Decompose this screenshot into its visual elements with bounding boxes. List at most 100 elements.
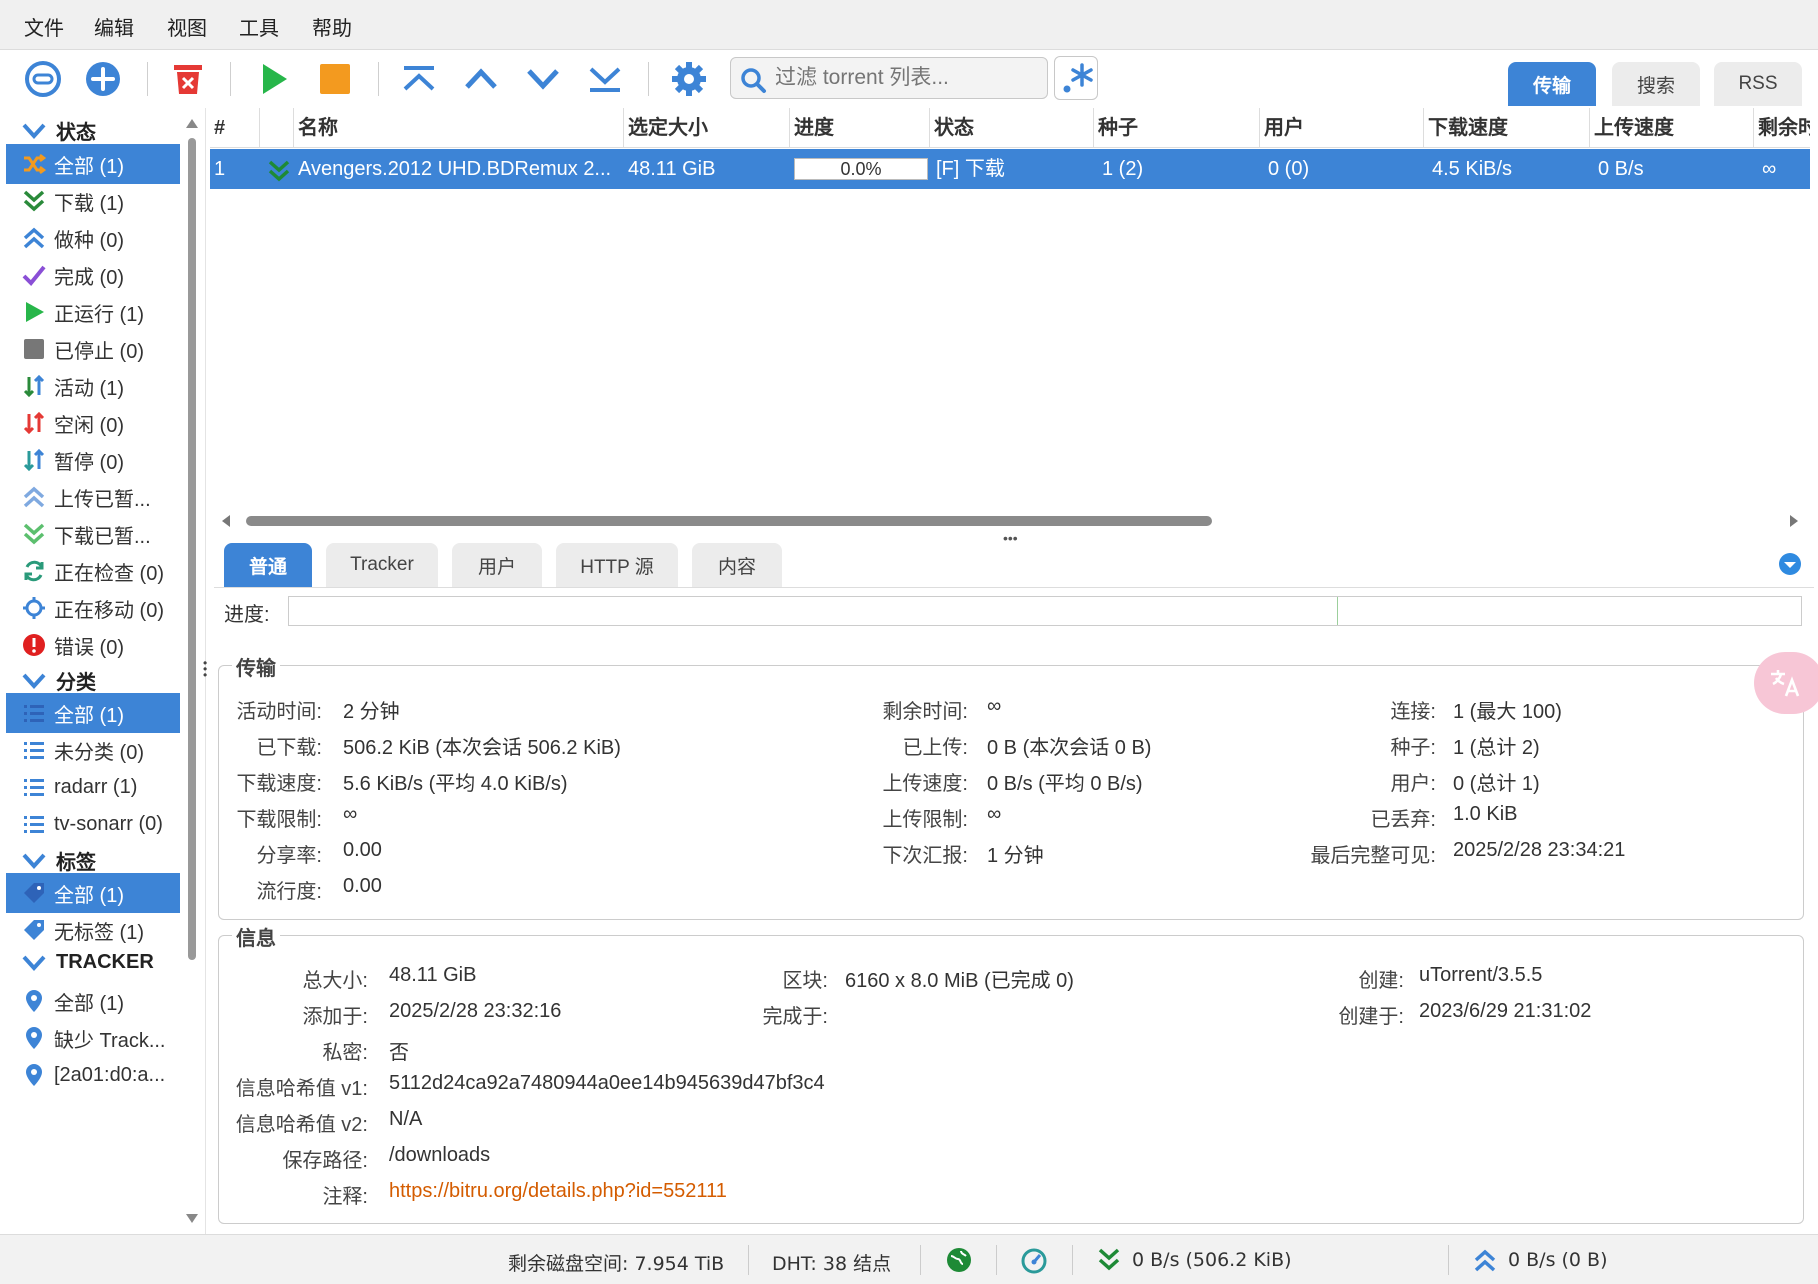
menu-tools[interactable]: 工具 bbox=[239, 12, 279, 41]
pieces-label: 区块: bbox=[782, 970, 828, 992]
add-link-button[interactable] bbox=[20, 56, 66, 102]
translate-icon bbox=[1771, 670, 1800, 697]
tab-trackers[interactable]: Tracker bbox=[326, 543, 438, 587]
progress-text: 0.0% bbox=[840, 159, 882, 179]
collapse-panel-button[interactable] bbox=[1778, 552, 1802, 582]
column-header-up-speed[interactable]: 上传速度 bbox=[1590, 108, 1754, 148]
category-section-header[interactable]: 分类 bbox=[22, 666, 96, 695]
tag-filter-all[interactable]: 全部 (1) bbox=[6, 873, 180, 913]
sidebar-splitter-handle[interactable]: • • • bbox=[203, 657, 207, 681]
status-filter-checking[interactable]: 正在检查 (0) bbox=[6, 551, 180, 591]
add-torrent-button[interactable] bbox=[80, 56, 126, 102]
cell-name: Avengers.2012 UHD.BDRemux 2... bbox=[298, 158, 612, 180]
status-filter-upload-paused[interactable]: 上传已暂... bbox=[6, 477, 180, 517]
tracker-filter-ipv6[interactable]: [2a01:d0:a... bbox=[6, 1055, 180, 1095]
column-header-progress[interactable]: 进度 bbox=[790, 108, 930, 148]
collapse-chevron-icon bbox=[22, 955, 46, 971]
menu-file[interactable]: 文件 bbox=[24, 12, 64, 41]
pause-button[interactable] bbox=[312, 56, 358, 102]
status-filter-downloading[interactable]: 下载 (1) bbox=[6, 181, 180, 221]
chevron-up-icon bbox=[465, 68, 497, 89]
tracker-filter-all[interactable]: 全部 (1) bbox=[6, 981, 180, 1021]
tab-general[interactable]: 普通 bbox=[224, 543, 312, 587]
wasted-value: 1.0 KiB bbox=[1453, 803, 1518, 825]
tab-content[interactable]: 内容 bbox=[692, 543, 782, 587]
status-filter-completed[interactable]: 完成 (0) bbox=[6, 255, 180, 295]
status-filter-seeding[interactable]: 做种 (0) bbox=[6, 218, 180, 258]
options-button[interactable] bbox=[666, 56, 712, 102]
share-ratio-value: 0.00 bbox=[343, 839, 382, 861]
delete-button[interactable] bbox=[165, 56, 211, 102]
column-header-size[interactable]: 选定大小 bbox=[624, 108, 790, 148]
column-header-number[interactable]: # bbox=[210, 108, 260, 148]
column-header-name[interactable]: 名称 bbox=[294, 108, 624, 148]
status-filter-label: 做种 (0) bbox=[54, 229, 124, 252]
tab-http-sources[interactable]: HTTP 源 bbox=[556, 543, 678, 587]
tab-peers[interactable]: 用户 bbox=[452, 543, 542, 587]
move-down-button[interactable] bbox=[520, 56, 566, 102]
tag-icon bbox=[22, 881, 46, 905]
tracker-section-header[interactable]: TRACKER bbox=[22, 951, 154, 974]
double-up-icon bbox=[403, 66, 435, 91]
category-filter-tv-sonarr[interactable]: tv-sonarr (0) bbox=[6, 804, 180, 844]
tag-filter-untagged[interactable]: 无标签 (1) bbox=[6, 910, 180, 950]
toolbar-divider bbox=[648, 62, 649, 96]
torrent-row[interactable]: 1 Avengers.2012 UHD.BDRemux 2... 48.11 G… bbox=[210, 149, 1810, 189]
column-header-priority-icon[interactable] bbox=[260, 108, 294, 148]
table-horizontal-scrollbar[interactable] bbox=[218, 512, 1808, 530]
connection-status-icon[interactable] bbox=[946, 1247, 972, 1279]
regex-toggle-button[interactable] bbox=[1054, 56, 1098, 100]
shuffle-icon bbox=[22, 152, 46, 176]
reannounce-label: 下次汇报: bbox=[882, 845, 968, 867]
category-filter-uncategorized[interactable]: 未分类 (0) bbox=[6, 730, 180, 770]
tracker-filter-label: [2a01:d0:a... bbox=[54, 1063, 166, 1086]
column-header-peers[interactable]: 用户 bbox=[1260, 108, 1424, 148]
status-section-header[interactable]: 状态 bbox=[22, 116, 96, 145]
toolbar: 传输 搜索 RSS bbox=[0, 50, 1818, 108]
column-header-eta[interactable]: 剩余时 bbox=[1754, 108, 1810, 148]
info-hash-v1-value[interactable]: 5112d24ca92a7480944a0ee14b945639d47bf3c4 bbox=[389, 1072, 825, 1095]
category-filter-radarr[interactable]: radarr (1) bbox=[6, 767, 180, 807]
status-filter-download-paused[interactable]: 下载已暂... bbox=[6, 514, 180, 554]
status-filter-all[interactable]: 全部 (1) bbox=[6, 144, 180, 184]
tag-icon bbox=[22, 918, 46, 942]
move-bottom-button[interactable] bbox=[582, 56, 628, 102]
speed-limit-toggle[interactable] bbox=[1020, 1247, 1048, 1281]
column-header-down-speed[interactable]: 下载速度 bbox=[1424, 108, 1590, 148]
status-filter-stopped[interactable]: 已停止 (0) bbox=[6, 329, 180, 369]
status-filter-moving[interactable]: 正在移动 (0) bbox=[6, 588, 180, 628]
move-up-button[interactable] bbox=[458, 56, 504, 102]
tab-search[interactable]: 搜索 bbox=[1612, 62, 1700, 106]
panel-splitter-handle[interactable]: ••• bbox=[1003, 530, 1018, 546]
downloaded-value: 506.2 KiB (本次会话 506.2 KiB) bbox=[343, 737, 621, 759]
tab-transfers[interactable]: 传输 bbox=[1508, 62, 1596, 106]
cell-number: 1 bbox=[214, 158, 226, 180]
list-icon bbox=[22, 738, 46, 762]
status-filter-active[interactable]: 活动 (1) bbox=[6, 366, 180, 406]
column-header-seeds[interactable]: 种子 bbox=[1094, 108, 1260, 148]
status-filter-errored[interactable]: 错误 (0) bbox=[6, 625, 180, 665]
tab-rss[interactable]: RSS bbox=[1714, 62, 1802, 106]
filter-input[interactable] bbox=[773, 58, 1043, 98]
category-filter-label: 全部 (1) bbox=[54, 704, 124, 727]
column-header-status[interactable]: 状态 bbox=[930, 108, 1094, 148]
cell-down-speed: 4.5 KiB/s bbox=[1432, 158, 1513, 180]
translate-float-button[interactable] bbox=[1754, 652, 1818, 714]
menu-view[interactable]: 视图 bbox=[167, 12, 207, 41]
cell-up-speed: 0 B/s bbox=[1598, 158, 1644, 180]
status-filter-label: 上传已暂... bbox=[54, 488, 151, 511]
menu-edit[interactable]: 编辑 bbox=[94, 12, 134, 41]
tag-section-header[interactable]: 标签 bbox=[22, 846, 96, 875]
double-down-light-icon bbox=[22, 522, 46, 546]
comment-link[interactable]: https://bitru.org/details.php?id=552111 bbox=[389, 1180, 727, 1203]
category-filter-all[interactable]: 全部 (1) bbox=[6, 693, 180, 733]
sidebar-scrollbar[interactable] bbox=[184, 108, 200, 1234]
status-filter-paused[interactable]: 暂停 (0) bbox=[6, 440, 180, 480]
status-filter-running[interactable]: 正运行 (1) bbox=[6, 292, 180, 332]
move-top-button[interactable] bbox=[396, 56, 442, 102]
resume-button[interactable] bbox=[250, 56, 296, 102]
tracker-filter-trackerless[interactable]: 缺少 Track... bbox=[6, 1018, 180, 1058]
status-filter-inactive[interactable]: 空闲 (0) bbox=[6, 403, 180, 443]
status-filter-label: 正在检查 (0) bbox=[54, 562, 164, 585]
menu-help[interactable]: 帮助 bbox=[312, 12, 352, 41]
